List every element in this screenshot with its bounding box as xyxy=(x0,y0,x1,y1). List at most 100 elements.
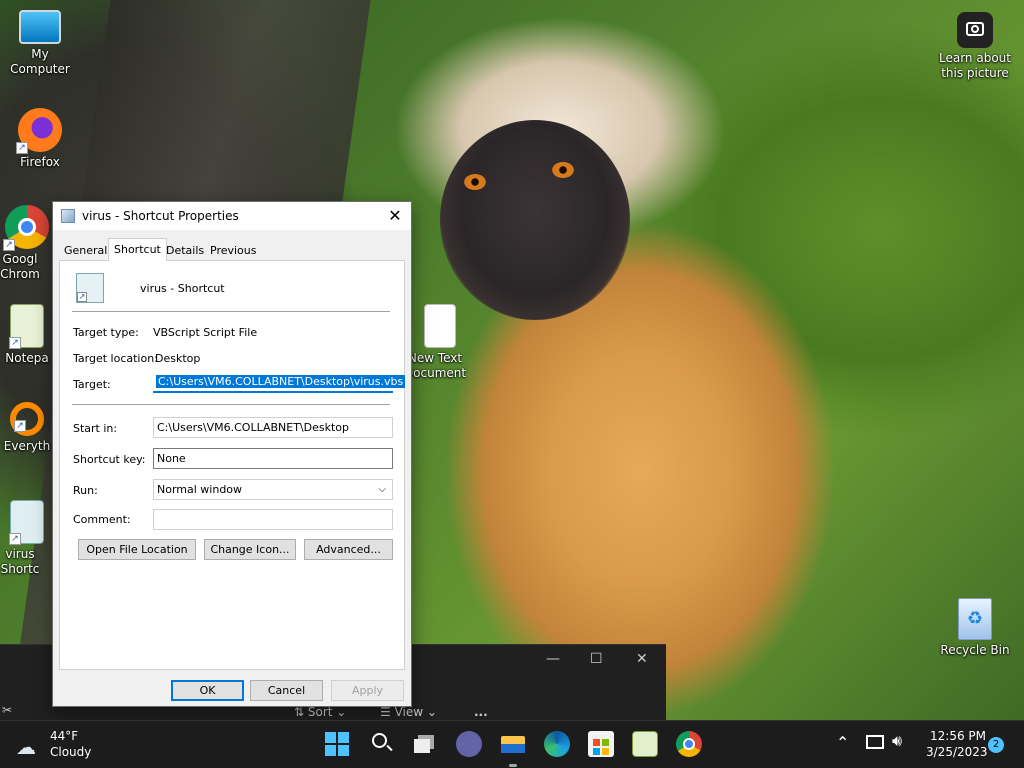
tab-general[interactable]: General xyxy=(59,242,112,260)
start-in-field[interactable]: C:\Users\VM6.COLLABNET\Desktop xyxy=(153,417,393,438)
desktop-icon-label: Notepa xyxy=(5,351,49,365)
view-icon[interactable]: ☰ View ⌄ xyxy=(380,705,437,719)
more-options-icon[interactable]: ... xyxy=(474,705,488,719)
tab-shortcut[interactable]: Shortcut xyxy=(108,238,167,261)
desktop-icon-notepad[interactable]: ↗ Notepa xyxy=(0,304,54,366)
network-icon[interactable] xyxy=(866,735,884,749)
desktop-icon-label: Firefox xyxy=(20,155,60,169)
chevron-down-icon: ⌵ xyxy=(378,484,386,495)
clock-date[interactable]: 3/25/2023 xyxy=(926,745,988,759)
wallpaper-monkey-face xyxy=(440,120,630,320)
target-location-label: Target location: xyxy=(73,352,158,365)
chevron-up-icon[interactable]: ⌃ xyxy=(836,733,849,752)
store-icon[interactable] xyxy=(588,731,614,757)
desktop-icon-firefox[interactable]: ↗ Firefox xyxy=(0,108,80,170)
cut-icon[interactable]: ✂ xyxy=(2,703,12,717)
chrome-icon: ↗ xyxy=(3,205,49,251)
desktop-icon-chrome[interactable]: ↗ Googl Chrom xyxy=(0,205,54,282)
desktop-icon-recycle-bin[interactable]: ♻ Recycle Bin xyxy=(935,598,1015,658)
sort-icon[interactable]: ⇅ Sort ⌄ xyxy=(294,705,346,719)
target-label: Target: xyxy=(73,378,111,391)
desktop-icon-my-computer[interactable]: My Computer xyxy=(0,10,80,77)
cloud-icon: ☁ xyxy=(16,735,36,759)
weather-desc: Cloudy xyxy=(50,745,92,759)
monitor-icon xyxy=(19,10,61,44)
target-location-value: Desktop xyxy=(155,352,201,365)
teams-chat-icon[interactable] xyxy=(456,731,482,757)
shortcut-key-label: Shortcut key: xyxy=(73,453,146,466)
text-document-icon xyxy=(424,304,456,348)
apply-button[interactable]: Apply xyxy=(331,680,404,701)
learn-about-picture[interactable]: Learn about this picture xyxy=(934,12,1016,81)
taskbar: ☁ 44°F Cloudy ⌃ 🔊︎ 12:56 PM 3/25/2023 2 xyxy=(0,720,1024,768)
dialog-titlebar[interactable]: virus - Shortcut Properties ✕ xyxy=(53,202,411,230)
desktop-icon-virus-shortcut[interactable]: ↗ virus Shortc xyxy=(0,500,54,577)
recycle-bin-icon: ♻ xyxy=(958,598,992,640)
start-button[interactable] xyxy=(324,731,350,757)
tab-previous-versions[interactable]: Previous Versions xyxy=(205,242,262,275)
vbscript-file-icon: ↗ xyxy=(9,500,44,545)
desktop-icon-label: Recycle Bin xyxy=(940,643,1010,657)
notepad-plus-icon: ↗ xyxy=(9,304,44,349)
desktop-icon-label: virus Shortc xyxy=(0,547,40,576)
target-value: C:\Users\VM6.COLLABNET\Desktop\virus.vbs xyxy=(156,375,406,388)
dialog-title: virus - Shortcut Properties xyxy=(82,209,239,223)
close-icon[interactable]: ✕ xyxy=(385,206,405,226)
sort-label: Sort xyxy=(307,705,333,719)
shortcut-properties-dialog[interactable]: virus - Shortcut Properties ✕ General Sh… xyxy=(52,201,412,707)
shortcut-arrow-icon: ↗ xyxy=(3,239,15,251)
clock-time[interactable]: 12:56 PM xyxy=(930,729,986,743)
desktop-icon-label: My Computer xyxy=(10,47,70,76)
desktop-icon-label: Googl Chrom xyxy=(0,252,40,281)
firefox-icon: ↗ xyxy=(16,108,62,154)
shortcut-arrow-icon: ↗ xyxy=(16,142,28,154)
shortcut-file-icon: ↗ xyxy=(76,273,104,303)
vbscript-file-icon xyxy=(61,209,75,223)
target-type-value: VBScript Script File xyxy=(153,326,258,339)
view-label: View xyxy=(394,705,424,719)
everything-search-icon: ↗ xyxy=(10,402,44,436)
wallpaper-monkey-eye xyxy=(552,162,574,178)
camera-icon xyxy=(957,12,993,48)
run-select[interactable]: Normal window ⌵ xyxy=(153,479,393,500)
run-label: Run: xyxy=(73,484,98,497)
minimize-icon[interactable]: — xyxy=(546,651,560,667)
volume-icon[interactable]: 🔊︎ xyxy=(892,731,902,751)
tab-details[interactable]: Details xyxy=(161,242,209,260)
start-in-label: Start in: xyxy=(73,422,118,435)
chrome-icon[interactable] xyxy=(676,731,702,757)
notification-badge[interactable]: 2 xyxy=(988,737,1004,753)
shortcut-key-value: None xyxy=(157,452,186,465)
weather-temp: 44°F xyxy=(50,729,79,743)
target-field[interactable]: C:\Users\VM6.COLLABNET\Desktop\virus.vbs xyxy=(153,372,406,393)
shortcut-arrow-icon: ↗ xyxy=(9,337,21,349)
cancel-button[interactable]: Cancel xyxy=(250,680,323,701)
wallpaper-monkey-eye xyxy=(464,174,486,190)
task-view-icon[interactable] xyxy=(412,731,438,757)
desktop-icon-new-text-document[interactable]: New Text Document xyxy=(400,304,480,381)
shortcut-key-field[interactable]: None xyxy=(153,448,393,469)
comment-field[interactable] xyxy=(153,509,393,530)
start-in-value: C:\Users\VM6.COLLABNET\Desktop xyxy=(157,421,350,434)
learn-about-label: Learn about this picture xyxy=(939,51,1011,80)
shortcut-arrow-icon: ↗ xyxy=(14,420,26,432)
divider xyxy=(72,311,390,312)
comment-label: Comment: xyxy=(73,513,131,526)
shortcut-name: virus - Shortcut xyxy=(140,282,225,295)
change-icon-button[interactable]: Change Icon... xyxy=(204,539,296,560)
advanced-button[interactable]: Advanced... xyxy=(304,539,393,560)
desktop-icon-label: Everyth xyxy=(3,439,51,453)
notepad-plus-icon[interactable] xyxy=(632,731,658,757)
close-icon[interactable]: ✕ xyxy=(636,651,648,667)
edge-icon[interactable] xyxy=(544,731,570,757)
open-file-location-button[interactable]: Open File Location xyxy=(78,539,196,560)
file-explorer-icon[interactable] xyxy=(500,731,526,767)
run-value: Normal window xyxy=(157,483,243,496)
weather-widget[interactable]: ☁ 44°F Cloudy xyxy=(14,729,114,761)
shortcut-arrow-icon: ↗ xyxy=(9,533,21,545)
shortcut-tab-panel: ↗ virus - Shortcut Target type: VBScript… xyxy=(59,260,406,670)
search-icon[interactable] xyxy=(368,731,394,757)
maximize-icon[interactable]: ☐ xyxy=(590,651,603,667)
desktop-icon-everything[interactable]: ↗ Everyth xyxy=(0,402,54,454)
ok-button[interactable]: OK xyxy=(171,680,244,701)
